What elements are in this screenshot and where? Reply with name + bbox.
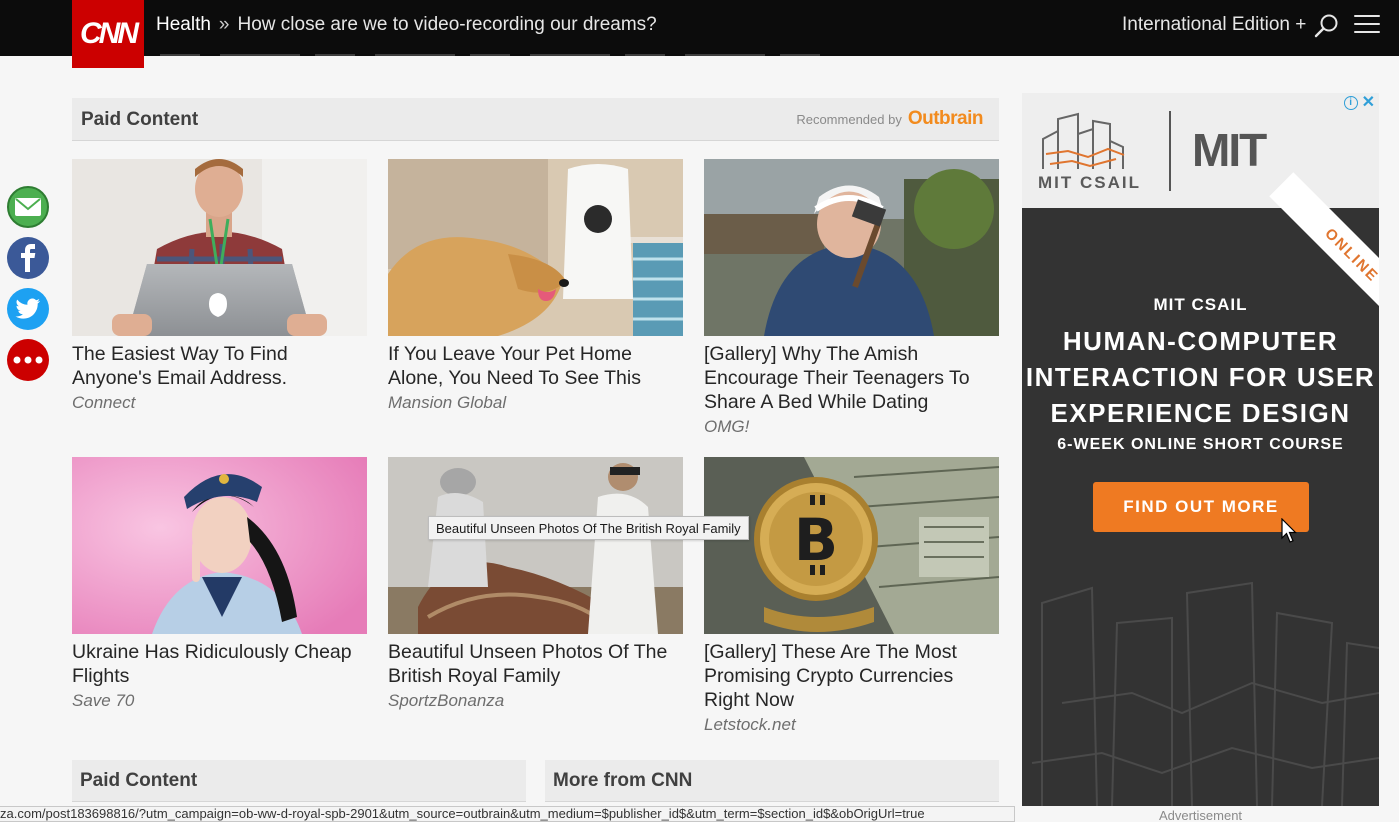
paid-content-card[interactable]: The Easiest Way To Find Anyone's Email A… xyxy=(72,159,367,413)
article-title: How close are we to video-recording our … xyxy=(237,14,657,35)
card-thumbnail[interactable] xyxy=(388,457,683,634)
recommended-by-label: Recommended by xyxy=(796,111,902,127)
ad-controls[interactable]: i ✕ xyxy=(1343,95,1375,111)
status-bar-url: za.com/post183698816/?utm_campaign=ob-ww… xyxy=(0,806,1015,822)
card-headline[interactable]: If You Leave Your Pet Home Alone, You Ne… xyxy=(388,342,683,390)
more-from-cnn-header: More from CNN xyxy=(545,760,999,802)
card-headline[interactable]: Ukraine Has Ridiculously Cheap Flights xyxy=(72,640,367,688)
share-twitter-button[interactable] xyxy=(7,288,49,330)
ad-kicker: MIT CSAIL xyxy=(1153,295,1248,314)
ad-headline: HUMAN-COMPUTER INTERACTION FOR USER EXPE… xyxy=(1025,326,1376,428)
ad-info-icon[interactable]: i xyxy=(1343,96,1358,110)
advertisement-label: Advertisement xyxy=(1158,808,1243,822)
breadcrumb-separator: » xyxy=(218,14,230,35)
twitter-icon xyxy=(15,298,40,319)
ad-decorative-pattern xyxy=(1031,581,1379,806)
edition-selector[interactable]: International Edition + xyxy=(1122,14,1306,36)
ad-close-icon[interactable]: ✕ xyxy=(1362,95,1375,111)
email-icon xyxy=(15,198,41,216)
link-tooltip: Beautiful Unseen Photos Of The British R… xyxy=(428,516,749,540)
share-more-button[interactable] xyxy=(7,339,49,381)
search-icon[interactable] xyxy=(1314,13,1340,39)
ad-logo-right: MIT xyxy=(1192,124,1267,176)
card-source: Connect xyxy=(72,393,136,412)
facebook-icon xyxy=(21,244,36,272)
more-icon xyxy=(13,356,43,364)
card-source: SportzBonanza xyxy=(388,691,505,710)
card-source: OMG! xyxy=(704,417,750,436)
card-headline[interactable]: [Gallery] These Are The Most Promising C… xyxy=(704,640,999,712)
cnn-logo[interactable]: CNN xyxy=(72,0,144,68)
card-thumbnail[interactable] xyxy=(388,159,683,336)
more-from-cnn-title: More from CNN xyxy=(553,770,693,791)
card-source: Save 70 xyxy=(72,691,135,710)
find-out-more-button[interactable]: FIND OUT MORE xyxy=(1093,482,1309,532)
paid-content-title: Paid Content xyxy=(81,109,199,130)
card-source: Letstock.net xyxy=(704,715,796,734)
card-thumbnail[interactable] xyxy=(704,159,999,336)
share-facebook-button[interactable] xyxy=(7,237,49,279)
ad-subheadline: 6-WEEK ONLINE SHORT COURSE xyxy=(1057,436,1344,453)
card-source: Mansion Global xyxy=(388,393,507,412)
breadcrumb-section-link[interactable]: Health xyxy=(156,14,211,35)
outbrain-attribution[interactable]: Recommended by Outbrain xyxy=(796,108,983,130)
paid-content-header-secondary: Paid Content xyxy=(72,760,526,802)
mit-csail-logo-icon xyxy=(1042,112,1125,169)
ad-logo-left: MIT CSAIL xyxy=(1038,173,1141,192)
logo-divider xyxy=(1169,111,1171,191)
ad-logo-banner: MIT CSAIL MIT i ✕ xyxy=(1022,93,1379,208)
outbrain-logo: Outbrain xyxy=(907,108,984,129)
share-email-button[interactable] xyxy=(7,186,49,228)
card-thumbnail[interactable] xyxy=(72,457,367,634)
mouse-cursor-icon xyxy=(1281,518,1297,543)
paid-content-card[interactable]: Ukraine Has Ridiculously Cheap Flights S… xyxy=(72,457,367,711)
card-headline[interactable]: Beautiful Unseen Photos Of The British R… xyxy=(388,640,683,688)
paid-content-header: Paid Content Recommended by Outbrain xyxy=(72,98,999,141)
svg-text:B: B xyxy=(794,506,838,574)
paid-content-card[interactable]: B [Gallery] These Are The Most Promising… xyxy=(704,457,999,735)
card-headline[interactable]: [Gallery] Why The Amish Encourage Their … xyxy=(704,342,999,414)
paid-content-card[interactable]: [Gallery] Why The Amish Encourage Their … xyxy=(704,159,999,437)
paid-content-title-secondary: Paid Content xyxy=(80,770,198,791)
paid-content-card[interactable]: Beautiful Unseen Photos Of The British R… xyxy=(388,457,683,711)
breadcrumb: Health » How close are we to video-recordi… xyxy=(156,14,657,36)
card-thumbnail[interactable] xyxy=(72,159,367,336)
paid-content-card[interactable]: If You Leave Your Pet Home Alone, You Ne… xyxy=(388,159,683,413)
top-navigation-bar: Health » How close are we to video-recordi… xyxy=(0,0,1399,56)
hamburger-menu-icon[interactable] xyxy=(1354,15,1380,37)
partially-scrolled-text xyxy=(160,50,830,56)
mit-csail-advertisement[interactable]: MIT CSAIL MIT i ✕ ONLINE MIT CSAIL HUMAN… xyxy=(1022,93,1379,806)
card-thumbnail[interactable]: B xyxy=(704,457,999,634)
card-headline[interactable]: The Easiest Way To Find Anyone's Email A… xyxy=(72,342,367,390)
